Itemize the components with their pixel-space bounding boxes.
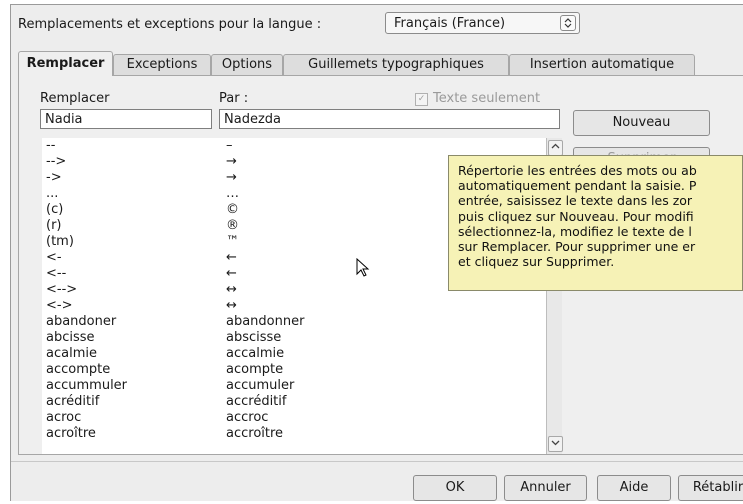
replace-input[interactable]: Nadia bbox=[40, 109, 212, 129]
spin-updown-icon[interactable] bbox=[560, 15, 576, 31]
tab-replace[interactable]: Remplacer bbox=[18, 51, 113, 76]
language-label: Remplacements et exceptions pour la lang… bbox=[18, 17, 322, 32]
tab-options[interactable]: Options bbox=[211, 54, 283, 75]
tab-auto-insert[interactable]: Insertion automatique bbox=[509, 54, 695, 75]
language-select-value: Français (France) bbox=[394, 16, 506, 31]
text-only-checkbox[interactable]: ✓ bbox=[415, 93, 428, 106]
tab-exceptions[interactable]: Exceptions bbox=[113, 54, 211, 75]
with-input[interactable]: Nadezda bbox=[219, 109, 560, 129]
chevron-down-icon[interactable] bbox=[548, 436, 563, 452]
language-select[interactable]: Français (France) bbox=[385, 12, 580, 34]
new-button[interactable]: Nouveau bbox=[573, 110, 710, 136]
help-button[interactable]: Aide bbox=[597, 475, 671, 501]
mouse-pointer-icon bbox=[356, 257, 370, 281]
text-only-label: Texte seulement bbox=[433, 91, 541, 106]
chevron-up-icon[interactable] bbox=[548, 140, 563, 156]
cancel-button[interactable]: Annuler bbox=[504, 475, 587, 501]
help-tooltip: Répertorie les entrées des mots ou ab au… bbox=[448, 155, 743, 291]
ok-button[interactable]: OK bbox=[413, 475, 497, 501]
replace-label: Remplacer bbox=[40, 91, 110, 106]
footer-separator bbox=[11, 461, 743, 462]
with-label: Par : bbox=[219, 91, 249, 106]
reset-button[interactable]: Rétablir bbox=[678, 475, 743, 501]
tab-typographic-quotes[interactable]: Guillemets typographiques bbox=[283, 54, 509, 75]
